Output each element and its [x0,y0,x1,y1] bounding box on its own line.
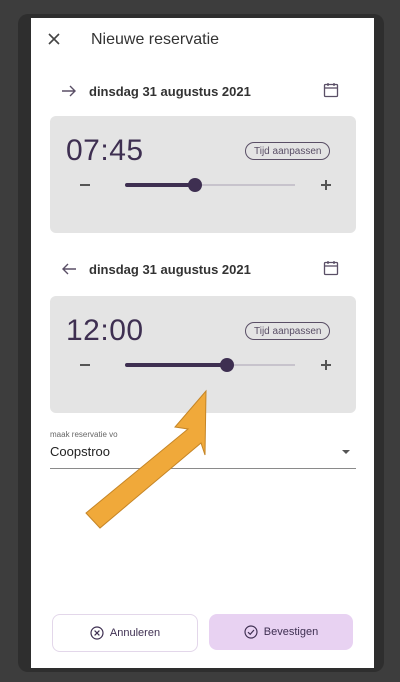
start-increase-button[interactable] [316,175,336,195]
close-icon[interactable] [45,30,63,48]
end-date: dinsdag 31 augustus 2021 [89,262,251,277]
end-decrease-button[interactable] [72,355,98,375]
start-slider-fill [125,183,195,187]
reservation-screen: Nieuwe reservatie dinsdag 31 augustus 20… [31,18,374,668]
end-date-row: dinsdag 31 augustus 2021 [31,254,374,286]
start-slider-track [194,184,295,186]
arrow-right-icon [62,85,76,97]
calendar-icon[interactable] [323,260,339,276]
arrow-left-icon [62,263,76,275]
confirm-label: Bevestigen [263,626,319,638]
annotation-arrow-icon [85,389,207,529]
start-time-card: 07:45 Tijd aanpassen [50,116,356,233]
check-circle-icon [244,625,258,639]
start-time: 07:45 [66,134,144,167]
page-title: Nieuwe reservatie [91,31,220,48]
cancel-button[interactable]: Annuleren [52,614,198,652]
dropdown-caret-icon [342,450,350,454]
cancel-label: Annuleren [109,627,161,639]
end-adjust-time-button[interactable]: Tijd aanpassen [245,322,331,340]
end-increase-button[interactable] [316,355,336,375]
minus-icon [80,364,90,366]
end-slider-thumb[interactable] [220,358,234,372]
minus-icon [80,184,90,186]
top-bar: Nieuwe reservatie [31,18,374,68]
cancel-circle-icon [90,626,104,640]
end-time: 12:00 [66,314,144,347]
start-date-row: dinsdag 31 augustus 2021 [31,76,374,108]
calendar-icon[interactable] [323,82,339,98]
confirm-button[interactable]: Bevestigen [209,614,353,650]
start-date: dinsdag 31 augustus 2021 [89,84,251,99]
end-slider-fill [125,363,227,367]
start-slider-thumb[interactable] [187,178,202,192]
end-slider-track [227,364,295,366]
start-adjust-time-button[interactable]: Tijd aanpassen [245,142,331,160]
start-decrease-button[interactable] [72,175,98,195]
